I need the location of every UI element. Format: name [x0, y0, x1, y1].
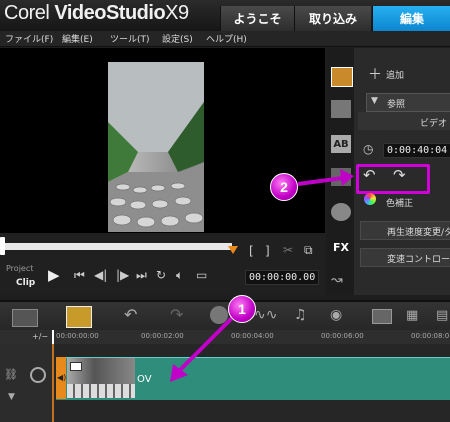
annotation-badge-2: 2 — [270, 173, 298, 201]
arrow-2-line — [297, 176, 344, 186]
annotation-badge-1: 1 — [228, 295, 256, 323]
annotation-arrows — [170, 169, 354, 382]
arrow-2-head — [340, 169, 354, 186]
arrow-1-line — [176, 316, 234, 374]
